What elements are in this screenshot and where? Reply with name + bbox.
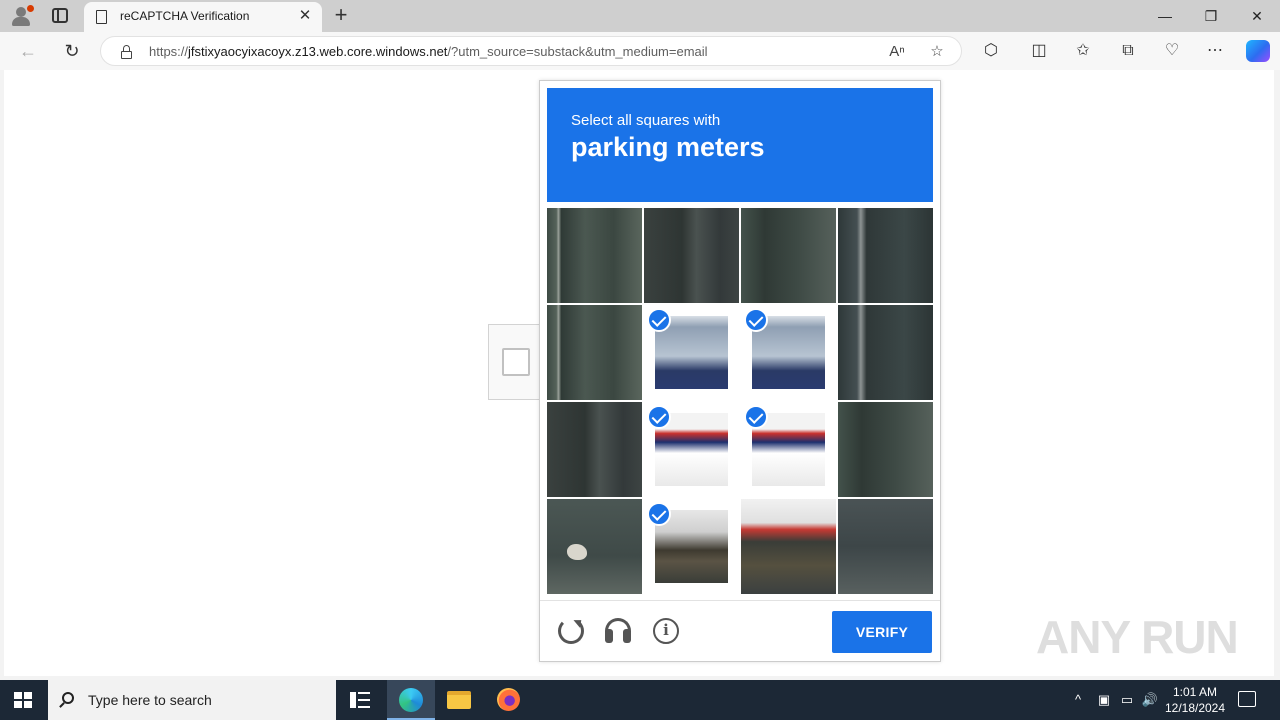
reload-challenge-icon[interactable] bbox=[558, 618, 584, 644]
extensions-icon[interactable]: ⬡ bbox=[979, 39, 1003, 63]
firefox-icon bbox=[497, 688, 520, 711]
image-grid bbox=[547, 208, 933, 594]
browser-toolbar: ← ↻ https://jfstixyaocyixacoyx.z13.web.c… bbox=[0, 32, 1280, 70]
grid-tile[interactable] bbox=[838, 499, 933, 594]
taskbar-edge[interactable] bbox=[387, 680, 435, 720]
grid-tile[interactable] bbox=[741, 499, 836, 594]
split-screen-icon[interactable]: ◫ bbox=[1027, 39, 1051, 63]
tile-image bbox=[838, 499, 933, 594]
grid-tile[interactable] bbox=[838, 305, 933, 400]
grid-tile[interactable] bbox=[547, 208, 642, 303]
copilot-icon[interactable] bbox=[1246, 40, 1270, 62]
clock-date: 12/18/2024 bbox=[1164, 701, 1226, 715]
windows-start-icon[interactable] bbox=[14, 692, 32, 709]
tab-title: reCAPTCHA Verification bbox=[120, 9, 250, 23]
url-scheme: https:// bbox=[149, 44, 189, 59]
taskbar-firefox[interactable] bbox=[484, 680, 532, 720]
folder-icon bbox=[447, 691, 471, 709]
back-button[interactable]: ← bbox=[15, 38, 41, 64]
tile-image bbox=[741, 208, 836, 303]
recaptcha-challenge: Select all squares with parking meters i… bbox=[539, 80, 941, 662]
checkmark-icon bbox=[744, 405, 768, 429]
read-aloud-icon[interactable]: Aⁿ bbox=[887, 42, 907, 62]
new-tab-button[interactable]: + bbox=[330, 3, 352, 27]
grid-tile[interactable] bbox=[644, 208, 739, 303]
tab-actions-icon[interactable] bbox=[52, 8, 68, 23]
tile-image bbox=[547, 499, 642, 594]
tile-image bbox=[741, 499, 836, 594]
address-bar[interactable]: https://jfstixyaocyixacoyx.z13.web.core.… bbox=[100, 36, 962, 66]
performance-icon[interactable]: ♡ bbox=[1160, 39, 1184, 63]
checkmark-icon bbox=[647, 308, 671, 332]
volume-icon[interactable]: 🔊 bbox=[1140, 690, 1160, 710]
taskbar-file-explorer[interactable] bbox=[435, 680, 483, 720]
minimize-button[interactable]: — bbox=[1142, 0, 1188, 32]
animal-figure bbox=[567, 544, 587, 560]
recaptcha-checkbox-widget bbox=[488, 324, 540, 400]
clock[interactable]: 1:01 AM 12/18/2024 bbox=[1160, 684, 1230, 716]
close-window-button[interactable]: ✕ bbox=[1234, 0, 1280, 32]
grid-tile[interactable] bbox=[838, 208, 933, 303]
tile-image bbox=[838, 208, 933, 303]
recaptcha-checkbox[interactable] bbox=[502, 348, 530, 376]
profile-icon[interactable] bbox=[10, 5, 34, 27]
checkmark-icon bbox=[744, 308, 768, 332]
grid-tile[interactable] bbox=[547, 305, 642, 400]
favorites-icon[interactable]: ✩ bbox=[1071, 39, 1095, 63]
search-icon bbox=[62, 692, 74, 704]
tile-image bbox=[838, 305, 933, 400]
headphones-icon[interactable] bbox=[605, 618, 631, 644]
verify-button[interactable]: VERIFY bbox=[832, 611, 932, 653]
checkmark-icon bbox=[647, 405, 671, 429]
tab-bar: reCAPTCHA Verification ✕ + — ❐ ✕ bbox=[0, 0, 1280, 32]
taskbar-search[interactable]: Type here to search bbox=[48, 680, 336, 720]
grid-tile[interactable] bbox=[741, 305, 836, 400]
grid-tile[interactable] bbox=[644, 402, 739, 497]
task-view-icon[interactable] bbox=[350, 692, 370, 708]
grid-tile[interactable] bbox=[547, 402, 642, 497]
more-menu-icon[interactable]: ⋯ bbox=[1203, 39, 1227, 63]
grid-tile[interactable] bbox=[644, 499, 739, 594]
grid-tile[interactable] bbox=[644, 305, 739, 400]
tile-image bbox=[547, 208, 642, 303]
url-path: /?utm_source=substack&utm_medium=email bbox=[447, 44, 708, 59]
url-text[interactable]: https://jfstixyaocyixacoyx.z13.web.core.… bbox=[149, 44, 708, 59]
tray-device-icon[interactable]: ▣ bbox=[1094, 690, 1114, 710]
edge-icon bbox=[399, 688, 423, 712]
lock-icon[interactable] bbox=[121, 45, 132, 59]
url-host: jfstixyaocyixacoyx.z13.web.core.windows.… bbox=[188, 44, 448, 59]
grid-tile[interactable] bbox=[741, 208, 836, 303]
grid-tile[interactable] bbox=[741, 402, 836, 497]
favorite-star-icon[interactable]: ☆ bbox=[927, 42, 947, 62]
tray-chevron-icon[interactable]: ^ bbox=[1068, 690, 1088, 710]
collections-icon[interactable]: ⧉ bbox=[1116, 39, 1140, 63]
grid-tile[interactable] bbox=[547, 499, 642, 594]
clock-time: 1:01 AM bbox=[1172, 685, 1218, 699]
tile-image bbox=[547, 305, 642, 400]
refresh-button[interactable]: ↻ bbox=[59, 38, 85, 64]
page-icon bbox=[96, 10, 107, 24]
checkmark-icon bbox=[647, 502, 671, 526]
challenge-target: parking meters bbox=[571, 132, 765, 162]
tile-image bbox=[644, 208, 739, 303]
tab-recaptcha[interactable]: reCAPTCHA Verification ✕ bbox=[84, 2, 322, 32]
maximize-button[interactable]: ❐ bbox=[1188, 0, 1234, 32]
taskbar: Type here to search ^ ▣ ▭ 🔊 1:01 AM 12/1… bbox=[0, 680, 1280, 720]
tab-close-icon[interactable]: ✕ bbox=[296, 7, 314, 25]
challenge-instruction: Select all squares with bbox=[571, 112, 721, 129]
challenge-header: Select all squares with parking meters bbox=[547, 88, 933, 202]
anyrun-watermark: ANY RUN bbox=[1036, 611, 1239, 663]
search-placeholder: Type here to search bbox=[88, 692, 212, 708]
grid-tile[interactable] bbox=[838, 402, 933, 497]
challenge-footer: i VERIFY bbox=[540, 600, 940, 662]
notification-icon[interactable] bbox=[1238, 691, 1256, 707]
tile-image bbox=[838, 402, 933, 497]
network-icon[interactable]: ▭ bbox=[1117, 690, 1137, 710]
tile-image bbox=[547, 402, 642, 497]
info-icon[interactable]: i bbox=[653, 618, 679, 644]
